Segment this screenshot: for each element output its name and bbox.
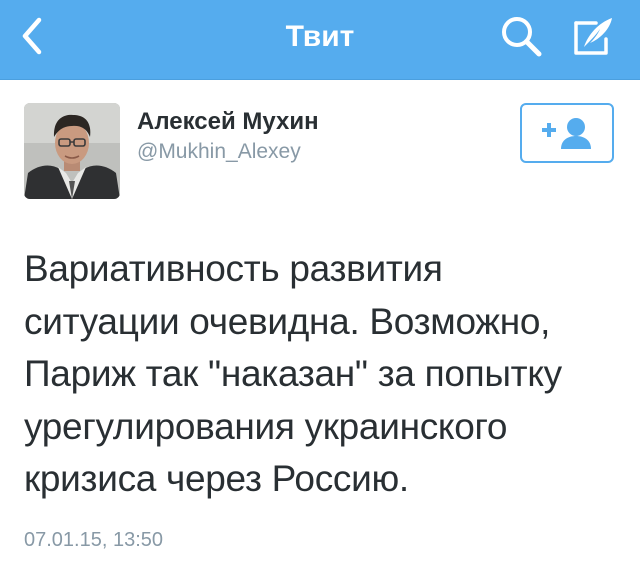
follow-button[interactable]	[520, 103, 614, 163]
tweet-text-line: ситуации очевидна. Возможно,	[24, 300, 551, 342]
tweet-text: Вариативность развития ситуации очевидна…	[24, 243, 624, 506]
chevron-left-icon	[22, 17, 42, 55]
compose-button[interactable]	[566, 10, 622, 64]
avatar[interactable]	[24, 103, 120, 199]
tweet-text-line: урегулирования украинского	[24, 405, 508, 447]
tweet-text-line: Вариативность развития	[24, 248, 443, 289]
back-button[interactable]	[8, 12, 56, 60]
tweet-timestamp: 07.01.15, 13:50	[24, 529, 164, 551]
tweet-text-line: Париж так "наказан" за попытку	[24, 353, 562, 394]
profile-photo	[24, 103, 120, 199]
tweet-text-line: кризиса через Россию.	[24, 458, 409, 499]
author-handle[interactable]: @Mukhin_Alexey	[137, 140, 301, 164]
navigation-bar: Твит	[0, 0, 640, 80]
search-button[interactable]	[496, 12, 548, 62]
search-icon	[502, 17, 542, 57]
add-user-icon	[542, 118, 591, 149]
compose-icon	[574, 18, 612, 55]
author-name[interactable]: Алексей Мухин	[137, 108, 319, 136]
